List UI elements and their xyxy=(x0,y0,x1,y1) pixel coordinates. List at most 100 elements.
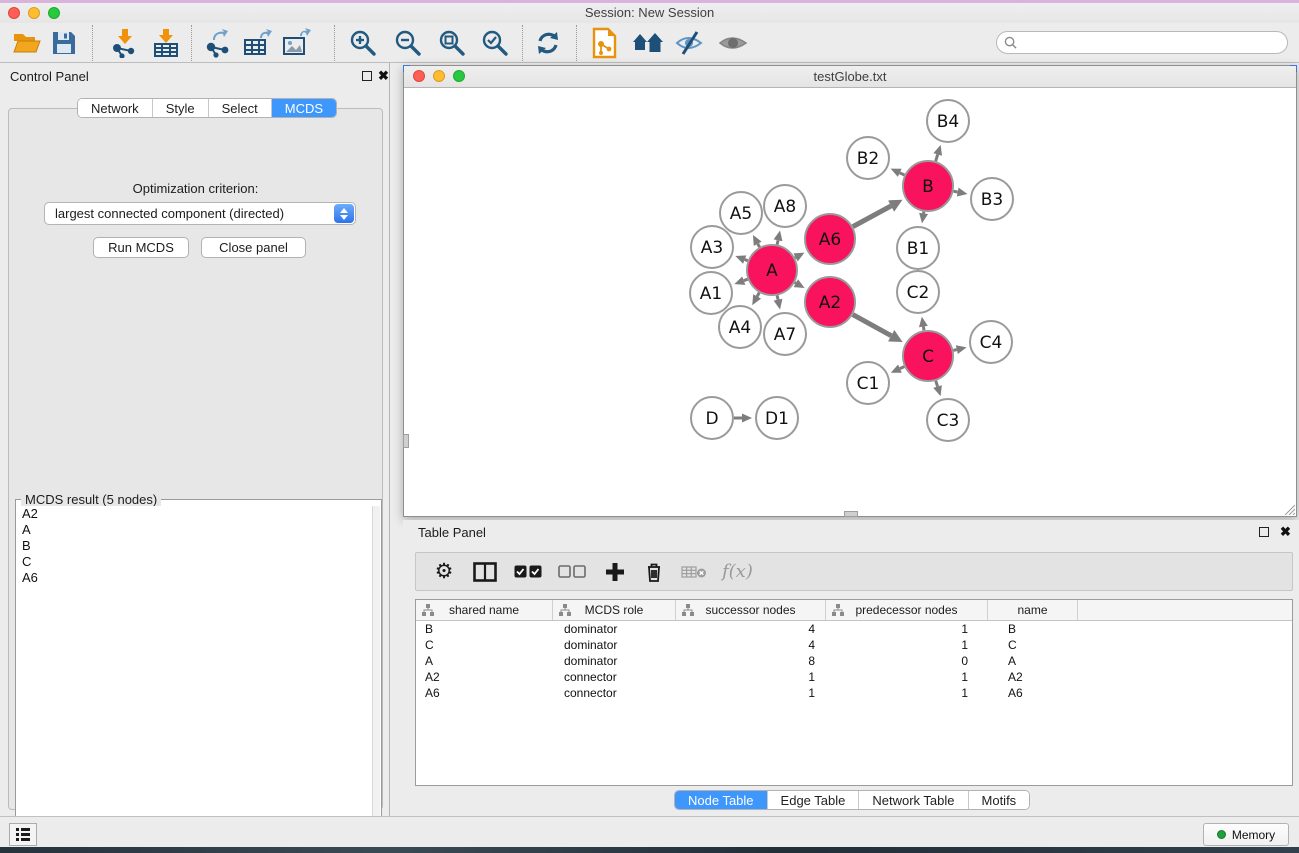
open-recent-button[interactable] xyxy=(629,26,667,60)
table-cell[interactable]: dominator xyxy=(553,653,676,669)
table-row[interactable]: Adominator80A xyxy=(416,653,1292,669)
import-network-button[interactable] xyxy=(105,26,143,60)
tab-style[interactable]: Style xyxy=(153,99,209,117)
graph-edge[interactable] xyxy=(745,260,748,261)
table-cell[interactable]: connector xyxy=(553,669,676,685)
graph-edge[interactable] xyxy=(757,293,759,297)
table-cell[interactable]: 1 xyxy=(826,637,988,653)
select-all-button[interactable] xyxy=(512,557,544,587)
table-settings-button[interactable]: ⚙ xyxy=(430,557,458,587)
export-table-button[interactable] xyxy=(239,26,277,60)
vertical-scroll-nub[interactable] xyxy=(403,434,409,448)
table-cell[interactable]: C xyxy=(416,637,553,653)
graph-edge[interactable] xyxy=(795,283,796,284)
delete-column-button[interactable] xyxy=(642,557,666,587)
result-list-item[interactable]: A6 xyxy=(17,570,373,586)
table-cell[interactable]: A xyxy=(416,653,553,669)
zoom-window-button[interactable] xyxy=(48,7,60,19)
mcds-result-list[interactable]: A2ABCA6 xyxy=(17,506,373,844)
table-cell[interactable]: 1 xyxy=(826,621,988,637)
column-header[interactable]: predecessor nodes xyxy=(826,600,988,620)
table-cell[interactable]: A xyxy=(988,653,1078,669)
table-cell[interactable]: connector xyxy=(553,685,676,701)
close-panel-button[interactable]: Close panel xyxy=(201,237,306,258)
tab-node-table[interactable]: Node Table xyxy=(675,791,768,809)
table-cell[interactable]: dominator xyxy=(553,637,676,653)
network-window-titlebar[interactable]: testGlobe.txt xyxy=(404,66,1296,88)
function-builder-button[interactable]: f(x) xyxy=(722,557,753,587)
open-session-button[interactable] xyxy=(8,26,46,60)
result-list-item[interactable]: C xyxy=(17,554,373,570)
float-table-panel-icon[interactable] xyxy=(1259,527,1269,537)
table-cell[interactable]: B xyxy=(988,621,1078,637)
result-list-item[interactable]: A2 xyxy=(17,506,373,522)
table-cell[interactable]: 1 xyxy=(826,685,988,701)
graph-edge[interactable] xyxy=(923,327,924,331)
result-list-item[interactable]: B xyxy=(17,538,373,554)
tab-select[interactable]: Select xyxy=(209,99,272,117)
run-mcds-button[interactable]: Run MCDS xyxy=(93,237,189,258)
graph-edge[interactable] xyxy=(853,315,891,336)
float-panel-icon[interactable] xyxy=(362,71,372,81)
tab-mcds[interactable]: MCDS xyxy=(272,99,336,117)
graph-edge[interactable] xyxy=(853,206,891,227)
table-cell[interactable]: 1 xyxy=(676,669,826,685)
toolbar-search-field[interactable] xyxy=(996,31,1288,54)
table-cell[interactable]: 1 xyxy=(676,685,826,701)
save-session-button[interactable] xyxy=(45,26,83,60)
table-row[interactable]: A2connector11A2 xyxy=(416,669,1292,685)
network-from-file-button[interactable] xyxy=(586,26,624,60)
memory-button[interactable]: Memory xyxy=(1203,823,1289,846)
close-view-button[interactable] xyxy=(413,70,425,82)
table-cell[interactable]: 0 xyxy=(826,653,988,669)
graph-edge[interactable] xyxy=(777,295,778,299)
deselect-all-button[interactable] xyxy=(556,557,588,587)
tab-network-table[interactable]: Network Table xyxy=(859,791,968,809)
zoom-in-button[interactable] xyxy=(344,26,382,60)
graph-edge[interactable] xyxy=(953,191,957,192)
graph-edge[interactable] xyxy=(758,244,760,247)
table-cell[interactable]: A2 xyxy=(416,669,553,685)
tab-edge-table[interactable]: Edge Table xyxy=(768,791,860,809)
table-cell[interactable]: C xyxy=(988,637,1078,653)
tab-motifs[interactable]: Motifs xyxy=(969,791,1030,809)
column-header[interactable]: name xyxy=(988,600,1078,620)
zoom-out-button[interactable] xyxy=(389,26,427,60)
table-cell[interactable]: dominator xyxy=(553,621,676,637)
column-header[interactable]: MCDS role xyxy=(553,600,676,620)
table-cell[interactable]: A6 xyxy=(416,685,553,701)
column-header[interactable]: shared name xyxy=(416,600,553,620)
add-column-button[interactable] xyxy=(602,557,628,587)
tab-network[interactable]: Network xyxy=(78,99,153,117)
result-list-item[interactable]: A xyxy=(17,522,373,538)
graph-edge[interactable] xyxy=(936,154,938,161)
graph-edge[interactable] xyxy=(777,240,778,244)
hide-panels-button[interactable] xyxy=(671,26,709,60)
delete-table-button[interactable] xyxy=(680,557,708,587)
table-row[interactable]: Bdominator41B xyxy=(416,621,1292,637)
minimize-view-button[interactable] xyxy=(433,70,445,82)
table-cell[interactable]: 1 xyxy=(826,669,988,685)
graph-edge[interactable] xyxy=(953,350,956,351)
table-row[interactable]: A6connector11A6 xyxy=(416,685,1292,701)
close-panel-icon[interactable]: ✖ xyxy=(378,68,389,84)
zoom-fit-button[interactable] xyxy=(433,26,471,60)
zoom-selected-button[interactable] xyxy=(476,26,514,60)
export-network-button[interactable] xyxy=(199,26,237,60)
table-cell[interactable]: B xyxy=(416,621,553,637)
mcds-result-scrollbar[interactable] xyxy=(372,506,380,844)
export-image-button[interactable] xyxy=(278,26,316,60)
graph-edge[interactable] xyxy=(936,381,938,387)
table-cell[interactable]: 4 xyxy=(676,637,826,653)
show-panels-button[interactable] xyxy=(714,26,752,60)
table-cell[interactable]: A6 xyxy=(988,685,1078,701)
graph-edge[interactable] xyxy=(900,173,905,175)
graph-edge[interactable] xyxy=(900,367,904,369)
resize-grip-icon[interactable] xyxy=(1283,503,1295,515)
close-table-panel-icon[interactable]: ✖ xyxy=(1280,524,1291,540)
minimize-window-button[interactable] xyxy=(28,7,40,19)
close-window-button[interactable] xyxy=(8,7,20,19)
network-canvas[interactable]: B4B2BB3A5A8A6A3B1AA1C2A2A4A7C4CC1C3DD1 xyxy=(404,88,1296,516)
column-header[interactable]: successor nodes xyxy=(676,600,826,620)
zoom-view-button[interactable] xyxy=(453,70,465,82)
